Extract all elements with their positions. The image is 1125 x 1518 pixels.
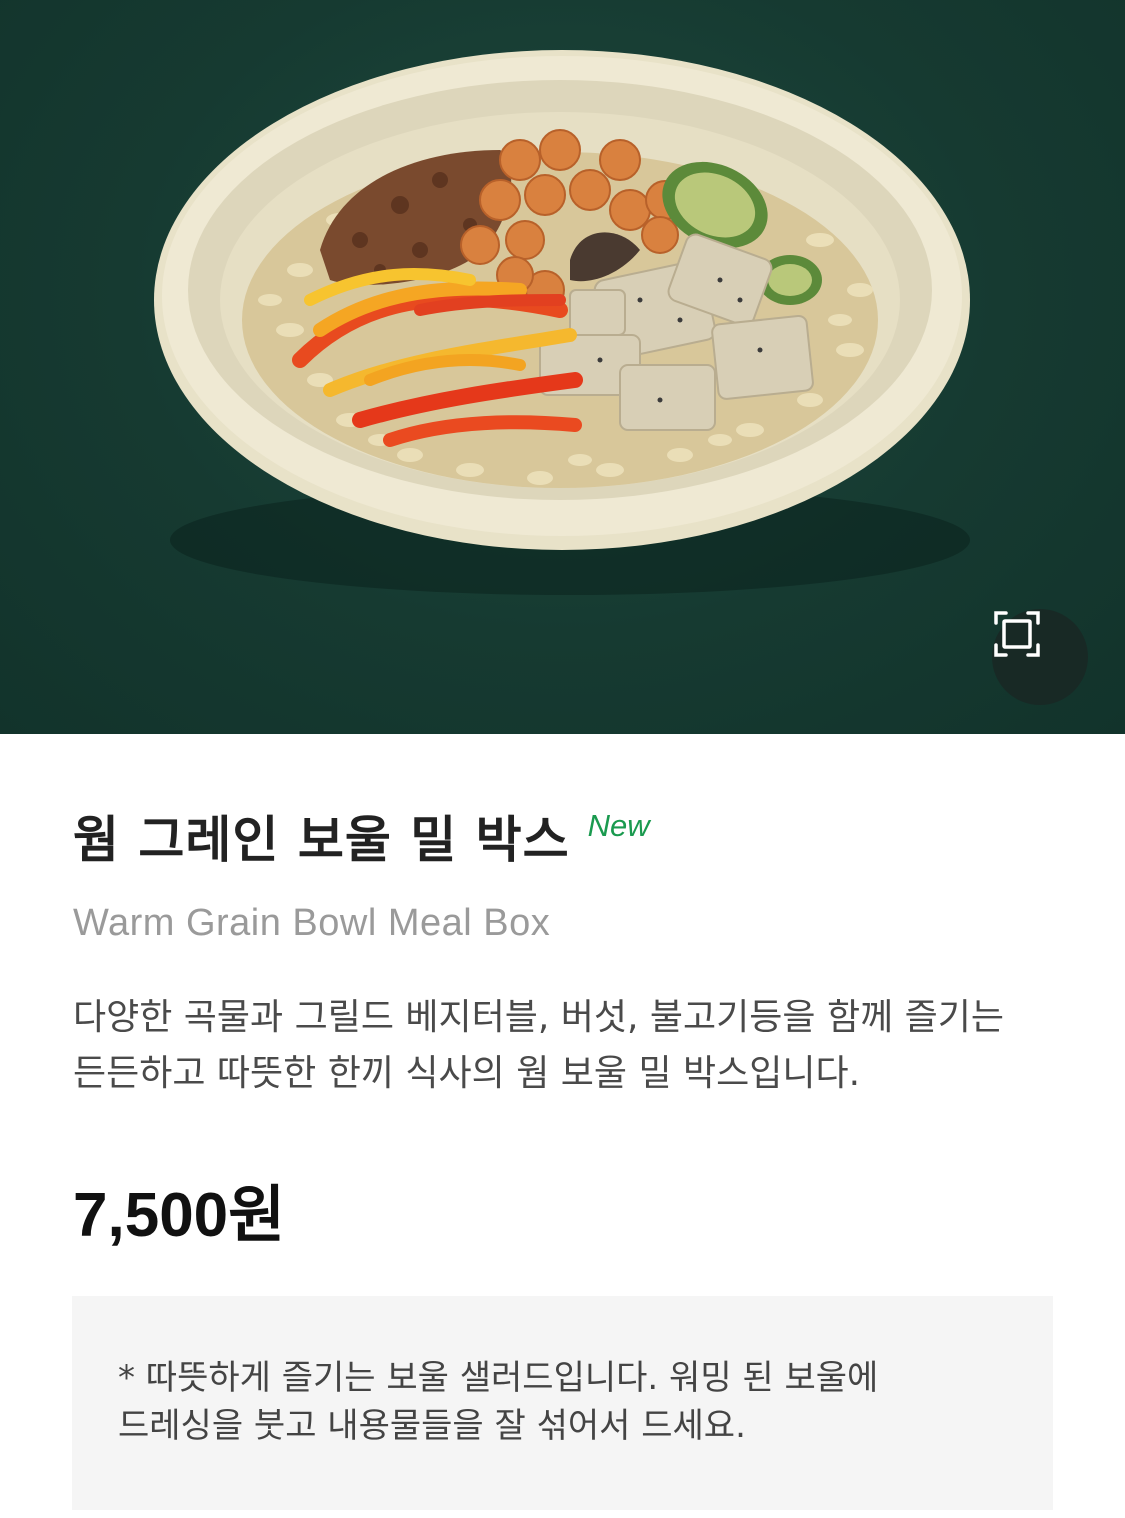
product-price: 7,500원 — [73, 1181, 286, 1250]
product-hero-image — [0, 0, 1125, 734]
notice-text: * 따뜻하게 즐기는 보울 샐러드입니다. 워밍 된 보울에 드레싱을 붓고 내… — [118, 1358, 879, 1446]
expand-icon — [994, 611, 1040, 657]
product-title: 웜 그레인 보울 밀 박스 — [73, 811, 570, 869]
product-english-name: Warm Grain Bowl Meal Box — [73, 902, 551, 944]
zoom-button[interactable] — [992, 609, 1088, 705]
food-bowl-illustration — [154, 50, 970, 595]
product-description: 다양한 곡물과 그릴드 베지터블, 버섯, 불고기등을 함께 즐기는 든든하고 … — [73, 997, 1004, 1094]
new-badge: New — [587, 808, 650, 843]
title-row: 웜 그레인 보울 밀 박스 New — [73, 800, 650, 880]
notice-box: * 따뜻하게 즐기는 보울 샐러드입니다. 워밍 된 보울에 드레싱을 붓고 내… — [72, 1296, 1053, 1510]
